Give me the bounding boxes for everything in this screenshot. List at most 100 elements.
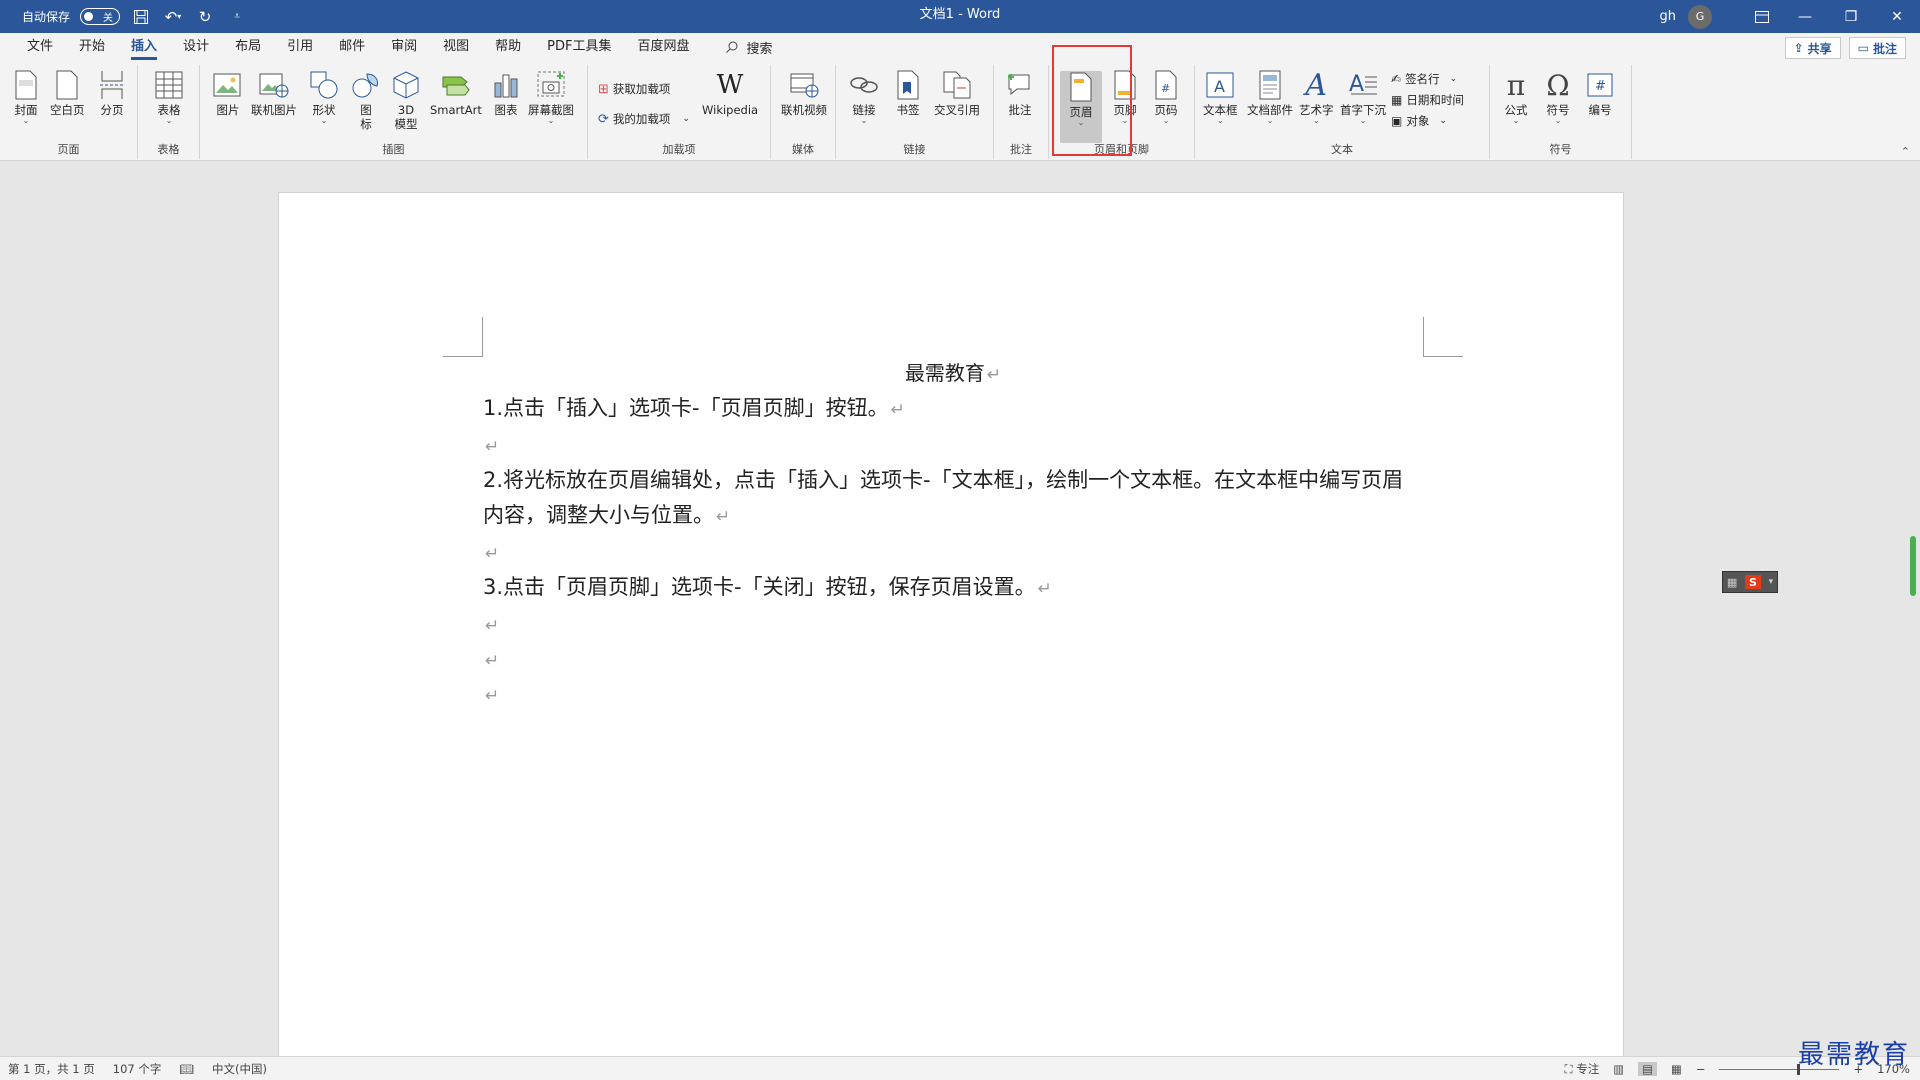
proofing-icon[interactable]: 📖︎ [179,1062,194,1076]
restore-icon[interactable]: ❐ [1828,0,1874,33]
print-layout-icon[interactable]: ▤ [1638,1062,1657,1076]
vertical-scrollbar-thumb[interactable] [1910,536,1916,596]
new-comment-button[interactable]: 批注 [1004,69,1036,117]
tab-review[interactable]: 审阅 [378,33,430,61]
empty-paragraph[interactable]: ↵ [483,535,1423,570]
tab-layout[interactable]: 布局 [222,33,274,61]
autosave-state: 关 [103,13,114,24]
tab-insert[interactable]: 插入 [118,33,170,61]
tab-view[interactable]: 视图 [430,33,482,61]
tab-help[interactable]: 帮助 [482,33,534,61]
tab-design[interactable]: 设计 [170,33,222,61]
search-label: 搜索 [746,41,773,57]
cross-reference-button[interactable]: 交叉引用 [934,69,980,117]
keyboard-icon[interactable]: ▦ [1727,576,1737,589]
word-count[interactable]: 107 个字 [113,1061,162,1077]
shapes-icon [308,69,340,101]
blank-page-button[interactable]: 空白页 [50,69,85,117]
web-layout-icon[interactable]: ▦ [1671,1062,1682,1076]
paragraph[interactable]: 3.点击「页眉页脚」选项卡-「关闭」按钮，保存页眉设置。 ↵ [483,570,1423,607]
screenshot-button[interactable]: 屏幕截图 ⌄ [528,69,574,125]
table-button[interactable]: 表格 ⌄ [153,69,185,125]
bookmark-button[interactable]: 书签 [892,69,924,117]
equation-button[interactable]: π 公式 ⌄ [1500,69,1532,125]
get-addins-button[interactable]: ⊞ 获取加载项 [598,81,670,97]
smartart-button[interactable]: SmartArt [430,69,482,117]
ribbon-display-options-icon[interactable] [1742,0,1782,33]
document-page[interactable]: 最需教育 ↵ 1.点击「插入」选项卡-「页眉页脚」按钮。 ↵ ↵ 2.将光标放在页眉… [278,192,1624,1072]
tab-references[interactable]: 引用 [274,33,326,61]
group-label-media: 媒体 [792,143,814,156]
paragraph[interactable]: 1.点击「插入」选项卡-「页眉页脚」按钮。 ↵ [483,391,1423,428]
ime-toolbar[interactable]: ▦ S ▾ [1722,571,1778,593]
page-info[interactable]: 第 1 页，共 1 页 [8,1061,95,1077]
empty-paragraph[interactable]: ↵ [483,642,1423,677]
read-mode-icon[interactable]: ▥ [1613,1062,1624,1076]
empty-paragraph[interactable]: ↵ [483,607,1423,642]
chevron-down-icon: ⌄ [1449,74,1458,84]
empty-paragraph[interactable]: ↵ [483,677,1423,712]
comments-button[interactable]: ▭ 批注 [1848,37,1906,59]
paragraph-mark: ↵ [485,686,500,706]
icons-label-line1: 图 [360,103,372,117]
share-button[interactable]: ⇪ 共享 [1784,37,1841,59]
tab-file[interactable]: 文件 [14,33,66,61]
cover-page-button[interactable]: 封面 ⌄ [10,69,42,125]
minimize-icon[interactable]: — [1782,0,1828,33]
paragraph-mark: ↵ [485,651,500,671]
object-icon: ▣ [1391,114,1403,128]
avatar[interactable]: G [1688,4,1712,29]
number-button[interactable]: # 编号 [1584,69,1616,117]
my-addins-button[interactable]: ⟳ 我的加载项 ⌄ [598,111,690,127]
autosave-toggle[interactable]: 关 [80,8,121,25]
watermark-logo: 最需教育 [1797,1040,1910,1070]
text-box-label: 文本框 [1203,103,1238,117]
page-break-button[interactable]: 分页 [96,69,128,117]
header-title[interactable]: 最需教育 ↵ [483,356,1423,391]
quick-parts-button[interactable]: 文档部件 ⌄ [1247,69,1293,125]
chevron-down-icon[interactable]: ▾ [1769,577,1774,587]
tab-mailings[interactable]: 邮件 [326,33,378,61]
symbol-button[interactable]: Ω 符号 ⌄ [1542,69,1574,125]
sogou-ime-icon[interactable]: S [1744,575,1761,589]
wikipedia-button[interactable]: W Wikipedia [702,69,758,117]
close-icon[interactable]: ✕ [1874,0,1920,33]
online-video-icon [788,69,820,101]
paragraph[interactable]: 2.将光标放在页眉编辑处，点击「插入」选项卡-「文本框」，绘制一个文本框。在文本… [483,463,1423,535]
search-box[interactable]: 搜索 [725,38,773,57]
tab-home[interactable]: 开始 [66,33,118,61]
chart-button[interactable]: 图表 [490,69,522,117]
zoom-out-button[interactable]: − [1696,1062,1706,1076]
link-button[interactable]: 链接 ⌄ [848,69,880,125]
text-box-button[interactable]: A 文本框 ⌄ [1203,69,1238,125]
user-name[interactable]: gh [1660,9,1677,24]
redo-icon[interactable]: ↻ [194,6,216,28]
empty-paragraph[interactable]: ↵ [483,428,1423,463]
3d-models-button[interactable]: 3D 模型 [390,69,422,131]
icons-button[interactable]: 图标 [350,69,382,131]
document-body[interactable]: 最需教育 ↵ 1.点击「插入」选项卡-「页眉页脚」按钮。 ↵ ↵ 2.将光标放在页眉… [483,356,1423,712]
signature-line-button[interactable]: ✍ 签名行 ⌄ [1391,71,1457,87]
shapes-label: 形状 [312,103,336,117]
online-video-button[interactable]: 联机视频 [781,69,827,117]
drop-cap-button[interactable]: A 首字下沉 ⌄ [1340,69,1386,125]
tab-pdf-tools[interactable]: PDF工具集 [534,33,624,61]
wordart-button[interactable]: A 艺术字 ⌄ [1299,68,1334,125]
page-number-button[interactable]: # 页码 ⌄ [1150,69,1182,125]
object-button[interactable]: ▣ 对象 ⌄ [1391,113,1447,129]
save-icon[interactable] [130,6,152,28]
collapse-ribbon-icon[interactable]: ⌃ [1901,145,1910,158]
language[interactable]: 中文(中国) [212,1061,267,1077]
document-area[interactable]: 最需教育 ↵ 1.点击「插入」选项卡-「页眉页脚」按钮。 ↵ ↵ 2.将光标放在页眉… [0,162,1920,1072]
tab-baidu-netdisk[interactable]: 百度网盘 [624,33,702,61]
picture-button[interactable]: 图片 [212,69,244,117]
undo-icon[interactable]: ↶ ▾ [162,6,184,28]
shapes-button[interactable]: 形状 ⌄ [308,69,340,125]
customize-qat-icon[interactable]: ⩡ [226,6,248,28]
search-icon [725,41,737,53]
online-picture-button[interactable]: 联机图片 [251,69,297,117]
date-time-button[interactable]: ▦ 日期和时间 [1391,92,1464,108]
table-label: 表格 [157,103,181,117]
focus-mode-button[interactable]: ⛶ 专注 [1564,1061,1599,1077]
screenshot-label: 屏幕截图 [528,103,574,117]
